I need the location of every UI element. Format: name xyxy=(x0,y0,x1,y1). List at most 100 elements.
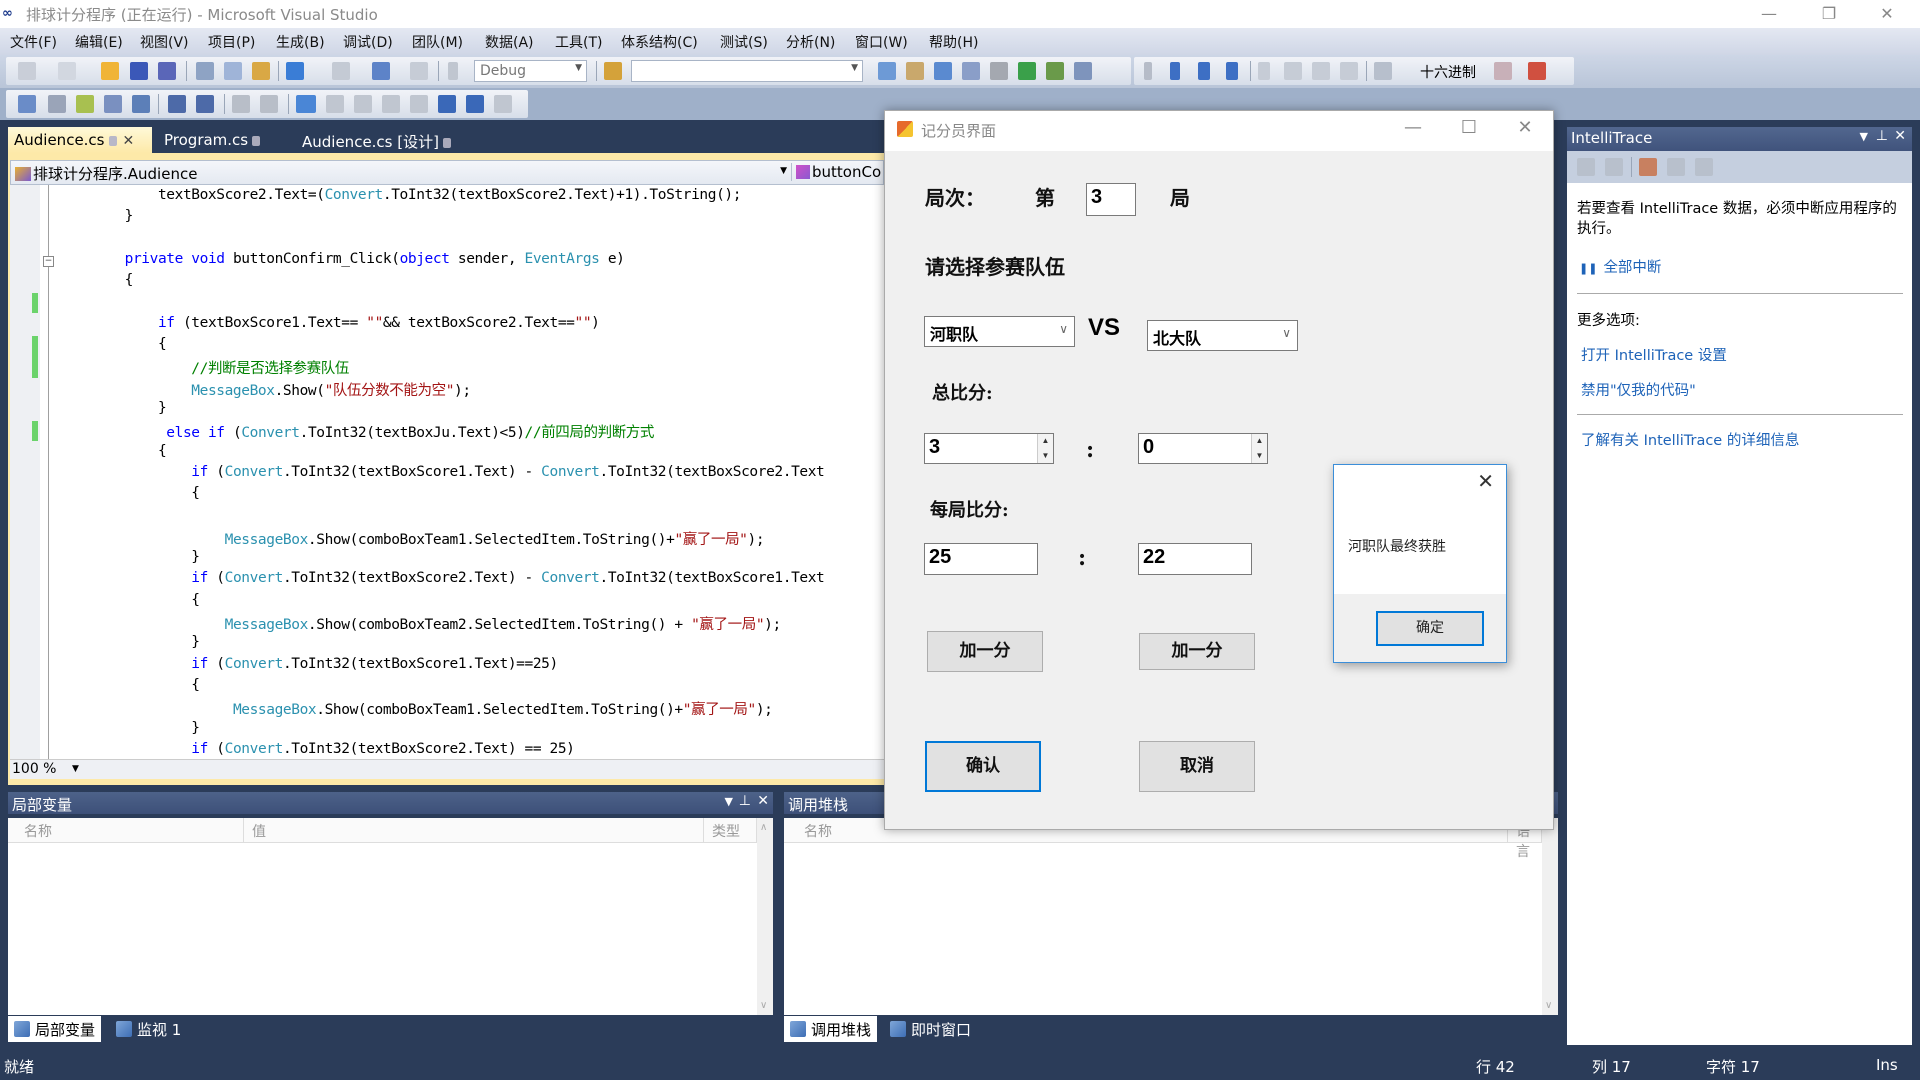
stop-icon[interactable] xyxy=(1198,62,1210,80)
member-dropdown[interactable]: buttonCo xyxy=(791,163,885,181)
menu-test[interactable]: 测试(S) xyxy=(720,32,768,52)
code-line[interactable]: { xyxy=(58,485,200,501)
next-bookmark-icon[interactable] xyxy=(354,95,372,113)
code-line[interactable]: else if (Convert.ToInt32(textBoxJu.Text)… xyxy=(58,421,654,442)
dropdown-icon[interactable]: ▼ xyxy=(725,795,733,808)
toggle-bookmark-icon[interactable] xyxy=(296,95,316,113)
start-debug-icon[interactable] xyxy=(448,62,458,80)
round-input[interactable]: 3 xyxy=(1086,183,1136,216)
next-bookmark-doc-icon[interactable] xyxy=(466,95,484,113)
save-all-icon[interactable] xyxy=(158,62,176,80)
code-line[interactable]: private void buttonConfirm_Click(object … xyxy=(58,251,625,267)
vertical-scrollbar[interactable]: ∧ ∨ xyxy=(757,818,773,1015)
close-icon[interactable]: ✕ xyxy=(757,793,769,809)
hex-display-button[interactable]: 十六进制 xyxy=(1420,62,1476,82)
code-line[interactable]: //判断是否选择参赛队伍 xyxy=(58,357,349,378)
decrease-indent-icon[interactable] xyxy=(168,95,186,113)
dropdown-icon[interactable]: ▼ xyxy=(1860,130,1868,143)
spin-down-icon[interactable]: ▼ xyxy=(1038,449,1053,464)
code-line[interactable]: textBoxScore2.Text=(Convert.ToInt32(text… xyxy=(58,187,742,203)
code-editor[interactable]: − textBoxScore2.Text=(Convert.ToInt32(te… xyxy=(10,185,884,759)
tab-program-cs[interactable]: Program.cs xyxy=(158,127,266,153)
message-box-close-button[interactable]: ✕ xyxy=(1477,469,1494,493)
class-dropdown[interactable]: 排球计分程序.Audience ▼ xyxy=(15,163,789,184)
break-all-link[interactable]: ❚❚ 全部中断 xyxy=(1579,256,1661,277)
list-members-icon[interactable] xyxy=(18,95,36,113)
code-line[interactable]: } xyxy=(58,634,200,650)
navigate-forward-icon[interactable] xyxy=(410,62,428,80)
vertical-scrollbar[interactable]: ∨ xyxy=(1542,818,1558,1015)
next-bookmark-folder-icon[interactable] xyxy=(410,95,428,113)
code-line[interactable]: { xyxy=(58,592,200,608)
code-line[interactable]: { xyxy=(58,272,134,288)
menu-architecture[interactable]: 体系结构(C) xyxy=(621,32,698,52)
spinner-buttons[interactable]: ▲ ▼ xyxy=(1037,434,1053,463)
menu-help[interactable]: 帮助(H) xyxy=(929,32,978,52)
object-browser-icon[interactable] xyxy=(934,62,952,80)
tab-watch-1[interactable]: 监视 1 xyxy=(110,1016,187,1042)
close-button[interactable]: ✕ xyxy=(1864,2,1910,26)
menu-build[interactable]: 生成(B) xyxy=(276,32,325,52)
solution-config-combo[interactable]: Debug ▼ xyxy=(474,60,587,82)
filter-icon[interactable] xyxy=(1695,158,1713,176)
add-point-team1-button[interactable]: 加一分 xyxy=(927,631,1043,672)
menu-edit[interactable]: 编辑(E) xyxy=(75,32,123,52)
open-settings-link[interactable]: 打开 IntelliTrace 设置 xyxy=(1581,344,1727,365)
tab-call-stack[interactable]: 调用堆栈 xyxy=(784,1016,878,1042)
display-word-icon[interactable] xyxy=(132,95,150,113)
code-line[interactable]: { xyxy=(58,443,167,459)
set-score2-input[interactable]: 22 xyxy=(1138,543,1252,575)
tab-audience-cs[interactable]: Audience.cs ✕ xyxy=(8,127,152,153)
events-view-icon[interactable] xyxy=(1577,158,1595,176)
team2-combo[interactable]: 北大队 ∨ xyxy=(1147,320,1298,351)
restart-icon[interactable] xyxy=(1226,62,1238,80)
confirm-button[interactable]: 确认 xyxy=(925,741,1041,792)
pin-icon[interactable]: ⊥ xyxy=(1876,128,1888,144)
code-line[interactable]: if (Convert.ToInt32(textBoxScore1.Text)=… xyxy=(58,656,558,672)
tools-icon[interactable] xyxy=(990,62,1008,80)
collapse-icon[interactable]: − xyxy=(43,256,54,267)
step-out-icon[interactable] xyxy=(1340,62,1358,80)
code-line[interactable]: if (Convert.ToInt32(textBoxScore2.Text) … xyxy=(58,570,825,586)
solution-explorer-icon[interactable] xyxy=(878,62,896,80)
calls-view-icon[interactable] xyxy=(1605,158,1623,176)
column-header-value[interactable]: 值 xyxy=(244,818,704,843)
quick-info-icon[interactable] xyxy=(76,95,94,113)
set-score1-input[interactable]: 25 xyxy=(924,543,1038,575)
find-in-files-icon[interactable] xyxy=(604,62,622,80)
uncomment-icon[interactable] xyxy=(260,95,278,113)
undo-icon[interactable] xyxy=(286,62,304,80)
team1-combo[interactable]: 河职队 ∨ xyxy=(924,316,1075,347)
restore-button[interactable]: ❐ xyxy=(1806,2,1852,26)
tab-locals[interactable]: 局部变量 xyxy=(8,1016,102,1042)
menu-project[interactable]: 项目(P) xyxy=(208,32,255,52)
tab-immediate-window[interactable]: 即时窗口 xyxy=(884,1016,977,1042)
copy-icon[interactable] xyxy=(224,62,242,80)
find-combo[interactable]: ▼ xyxy=(631,60,863,82)
add-item-icon[interactable] xyxy=(58,62,76,80)
comment-icon[interactable] xyxy=(232,95,250,113)
menu-team[interactable]: 团队(M) xyxy=(412,32,463,52)
code-line[interactable]: } xyxy=(58,720,200,736)
increase-indent-icon[interactable] xyxy=(196,95,214,113)
cut-icon[interactable] xyxy=(196,62,214,80)
code-line[interactable]: { xyxy=(58,336,167,352)
code-line[interactable]: if (Convert.ToInt32(textBoxScore1.Text) … xyxy=(58,464,825,480)
close-tab-icon[interactable]: ✕ xyxy=(123,133,135,149)
tab-audience-designer[interactable]: Audience.cs [设计] xyxy=(296,127,457,153)
close-icon[interactable]: ✕ xyxy=(1894,128,1906,144)
breakpoint-settings-icon[interactable] xyxy=(1494,62,1512,80)
spin-up-icon[interactable]: ▲ xyxy=(1252,434,1267,449)
menu-view[interactable]: 视图(V) xyxy=(140,32,189,52)
start-page-icon[interactable] xyxy=(1018,62,1036,80)
class-view-icon[interactable] xyxy=(1046,62,1064,80)
step-into-icon[interactable] xyxy=(1284,62,1302,80)
menu-window[interactable]: 窗口(W) xyxy=(855,32,908,52)
show-next-statement-icon[interactable] xyxy=(1258,62,1270,80)
menu-analyze[interactable]: 分析(N) xyxy=(786,32,835,52)
scroll-up-icon[interactable]: ∧ xyxy=(760,822,767,833)
menu-file[interactable]: 文件(F) xyxy=(10,32,57,52)
column-header-type[interactable]: 类型 xyxy=(704,818,757,843)
settings-icon[interactable] xyxy=(1639,158,1657,176)
continue-icon[interactable] xyxy=(1144,62,1152,80)
